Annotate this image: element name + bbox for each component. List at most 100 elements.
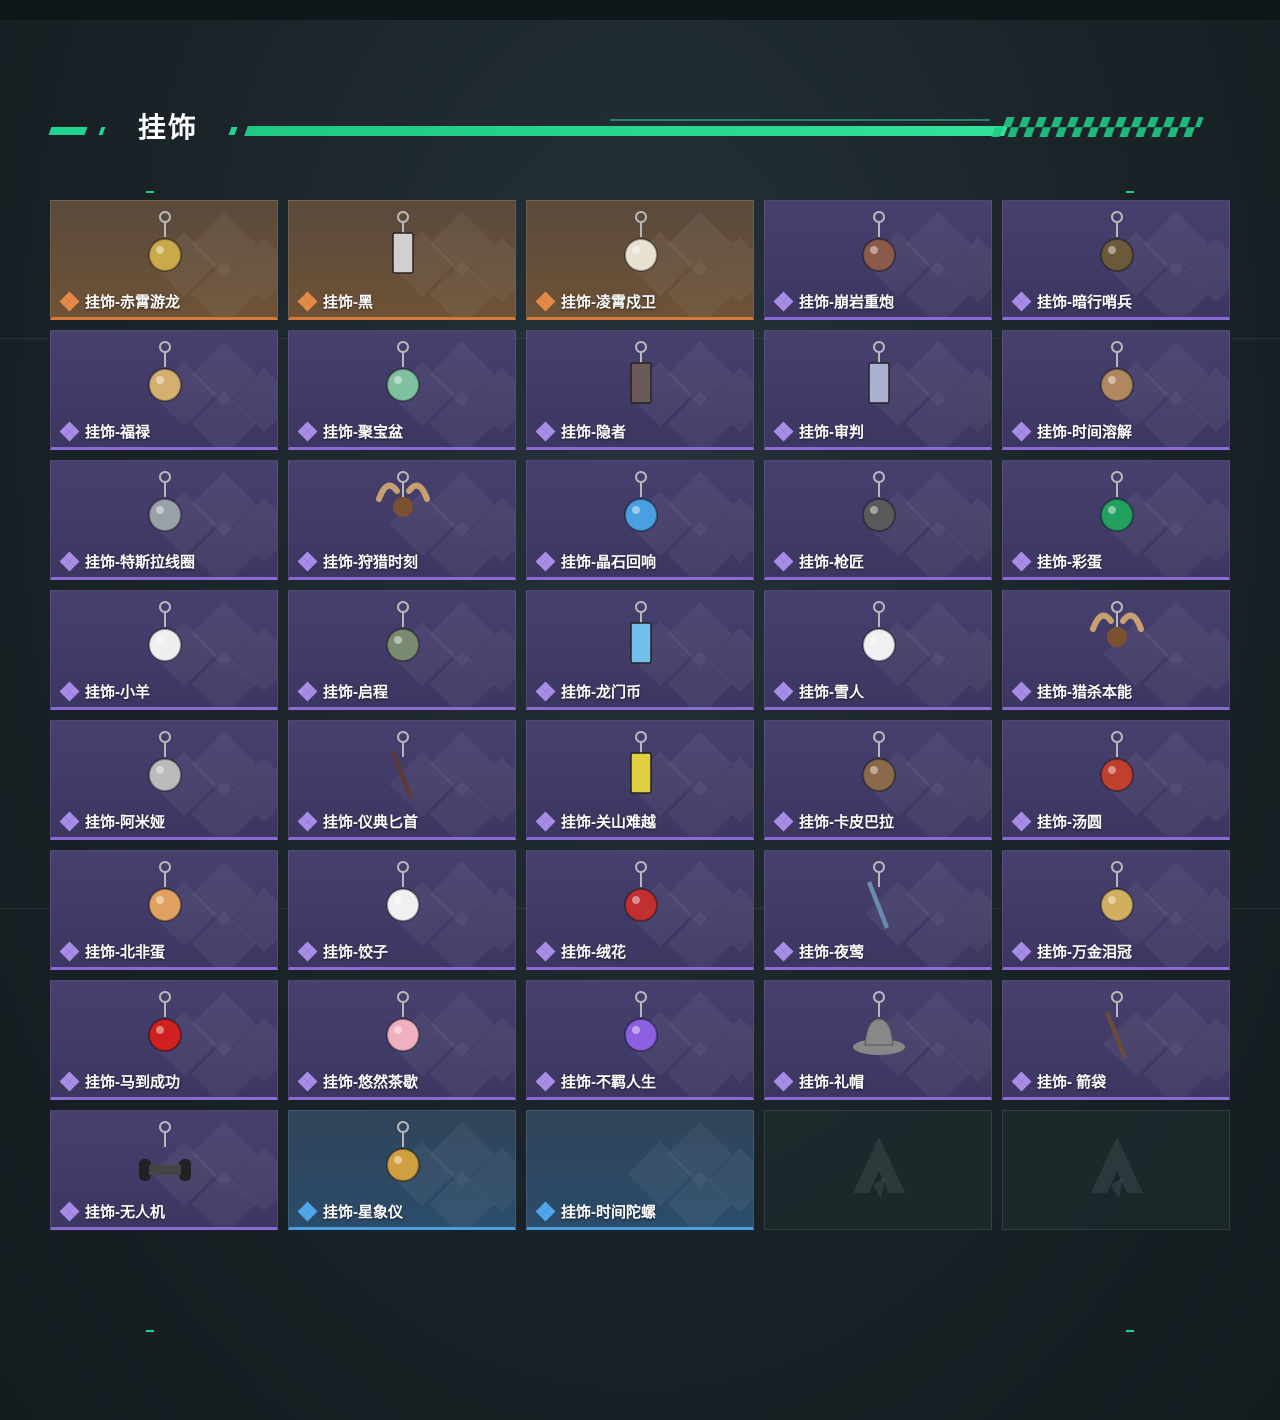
charm-card[interactable]: 挂饰-礼帽 (764, 980, 992, 1100)
charm-card[interactable]: 挂饰-不羁人生 (526, 980, 754, 1100)
charm-card[interactable]: 挂饰-聚宝盆 (288, 330, 516, 450)
charm-card[interactable]: 挂饰-绒花 (526, 850, 754, 970)
card-label-row: 挂饰-凌霄戍卫 (535, 291, 656, 312)
charm-card[interactable]: 挂饰-暗行哨兵 (1002, 200, 1230, 320)
charm-card[interactable]: 挂饰-福禄 (50, 330, 278, 450)
header-accent-dash (228, 127, 238, 135)
tarot-card-charm-icon (611, 339, 671, 417)
dragon-figure-charm-icon (135, 209, 195, 287)
charm-card[interactable]: 挂饰-马到成功 (50, 980, 278, 1100)
header-accent-dash (98, 127, 106, 135)
charm-card[interactable]: 挂饰-晶石回响 (526, 460, 754, 580)
charm-card[interactable]: 挂饰-崩岩重炮 (764, 200, 992, 320)
charm-card[interactable]: 挂饰-关山难越 (526, 720, 754, 840)
card-label-row: 挂饰-聚宝盆 (297, 421, 403, 442)
snowman-charm-icon (849, 599, 909, 677)
rarity-diamond-icon (535, 1071, 556, 1091)
charm-name: 挂饰-北非蛋 (85, 944, 165, 961)
card-label-row: 挂饰-饺子 (297, 941, 388, 962)
rarity-diamond-icon (535, 421, 556, 441)
charm-name: 挂饰-小羊 (85, 684, 150, 701)
charm-name: 挂饰-关山难越 (561, 814, 656, 831)
rarity-diamond-icon (1011, 1071, 1032, 1091)
charm-name: 挂饰-特斯拉线圈 (85, 554, 195, 571)
charm-card[interactable]: 挂饰-猎杀本能 (1002, 590, 1230, 710)
card-label-row: 挂饰-黑 (297, 291, 373, 312)
charm-card[interactable]: 挂饰-凌霄戍卫 (526, 200, 754, 320)
dumpling-plate-charm-icon (373, 859, 433, 937)
tarot-card-charm-icon (849, 339, 909, 417)
charm-card[interactable]: 挂饰-星象仪 (288, 1110, 516, 1230)
charm-card[interactable]: 挂饰-无人机 (50, 1110, 278, 1230)
charm-card[interactable]: 挂饰-龙门币 (526, 590, 754, 710)
charm-card[interactable]: 挂饰-悠然茶歇 (288, 980, 516, 1100)
card-label-row: 挂饰-赤霄游龙 (59, 291, 180, 312)
rarity-diamond-icon (535, 1201, 556, 1221)
charm-card[interactable]: 挂饰-小羊 (50, 590, 278, 710)
charm-name: 挂饰-隐者 (561, 424, 626, 441)
rarity-diamond-icon (297, 291, 318, 311)
charm-card[interactable]: 挂饰- 箭袋 (1002, 980, 1230, 1100)
rarity-diamond-icon (535, 681, 556, 701)
corner-tick (1126, 1330, 1134, 1332)
rarity-diamond-icon (1011, 681, 1032, 701)
quiver-charm-icon (1087, 989, 1147, 1067)
rarity-diamond-icon (59, 551, 80, 571)
card-label-row: 挂饰-不羁人生 (535, 1071, 656, 1092)
charm-name: 挂饰-时间溶解 (1037, 424, 1132, 441)
charm-card[interactable]: 挂饰-黑 (288, 200, 516, 320)
sentinel-figure-charm-icon (1087, 209, 1147, 287)
charm-card[interactable]: 挂饰-卡皮巴拉 (764, 720, 992, 840)
dumpling-bowl-charm-icon (1087, 729, 1147, 807)
card-label-row: 挂饰-汤圆 (1011, 811, 1102, 832)
medal-charm-icon (373, 599, 433, 677)
corner-tick (1126, 191, 1134, 193)
rarity-diamond-icon (773, 681, 794, 701)
charm-card[interactable]: 挂饰-枪匠 (764, 460, 992, 580)
charm-card[interactable]: 挂饰-阿米娅 (50, 720, 278, 840)
section-title: 挂饰 (138, 112, 199, 143)
sheep-charm-icon (135, 599, 195, 677)
card-label-row: 挂饰-绒花 (535, 941, 626, 962)
charm-card[interactable]: 挂饰-雪人 (764, 590, 992, 710)
charm-name: 挂饰-福禄 (85, 424, 150, 441)
charm-card[interactable]: 挂饰-审判 (764, 330, 992, 450)
rarity-diamond-icon (773, 811, 794, 831)
charm-card[interactable]: 挂饰-时间溶解 (1002, 330, 1230, 450)
charm-name: 挂饰-龙门币 (561, 684, 641, 701)
charm-name: 挂饰-暗行哨兵 (1037, 294, 1132, 311)
card-label-row: 挂饰-晶石回响 (535, 551, 656, 572)
rarity-diamond-icon (59, 421, 80, 441)
charm-card[interactable]: 挂饰-狩猎时刻 (288, 460, 516, 580)
charm-card[interactable]: 挂饰-彩蛋 (1002, 460, 1230, 580)
rarity-diamond-icon (773, 421, 794, 441)
charm-name: 挂饰-汤圆 (1037, 814, 1102, 831)
charm-card[interactable]: 挂饰-启程 (288, 590, 516, 710)
game-logo-icon (849, 1133, 909, 1203)
card-label-row: 挂饰-猎杀本能 (1011, 681, 1132, 702)
rarity-diamond-icon (773, 551, 794, 571)
charm-name: 挂饰-卡皮巴拉 (799, 814, 894, 831)
rarity-diamond-icon (59, 811, 80, 831)
charm-name: 挂饰-阿米娅 (85, 814, 165, 831)
guardian-figure-charm-icon (611, 209, 671, 287)
charm-name: 挂饰- 箭袋 (1037, 1074, 1107, 1091)
rarity-diamond-icon (1011, 421, 1032, 441)
astrolabe-charm-icon (373, 1119, 433, 1197)
charm-card[interactable]: 挂饰-赤霄游龙 (50, 200, 278, 320)
toolbox-charm-icon (849, 469, 909, 547)
charm-card[interactable]: 挂饰-特斯拉线圈 (50, 460, 278, 580)
charm-card[interactable]: 挂饰-夜莺 (764, 850, 992, 970)
charm-card[interactable]: 挂饰-北非蛋 (50, 850, 278, 970)
charm-card[interactable]: 挂饰-饺子 (288, 850, 516, 970)
charm-name: 挂饰-万金泪冠 (1037, 944, 1132, 961)
rarity-diamond-icon (1011, 811, 1032, 831)
charm-name: 挂饰-饺子 (323, 944, 388, 961)
charm-card[interactable]: 挂饰-仪典匕首 (288, 720, 516, 840)
charm-card[interactable]: 挂饰-万金泪冠 (1002, 850, 1230, 970)
charm-name: 挂饰-猎杀本能 (1037, 684, 1132, 701)
charm-card[interactable]: 挂饰-隐者 (526, 330, 754, 450)
charm-card[interactable]: 挂饰-时间陀螺 (526, 1110, 754, 1230)
card-label-row: 挂饰-万金泪冠 (1011, 941, 1132, 962)
charm-card[interactable]: 挂饰-汤圆 (1002, 720, 1230, 840)
